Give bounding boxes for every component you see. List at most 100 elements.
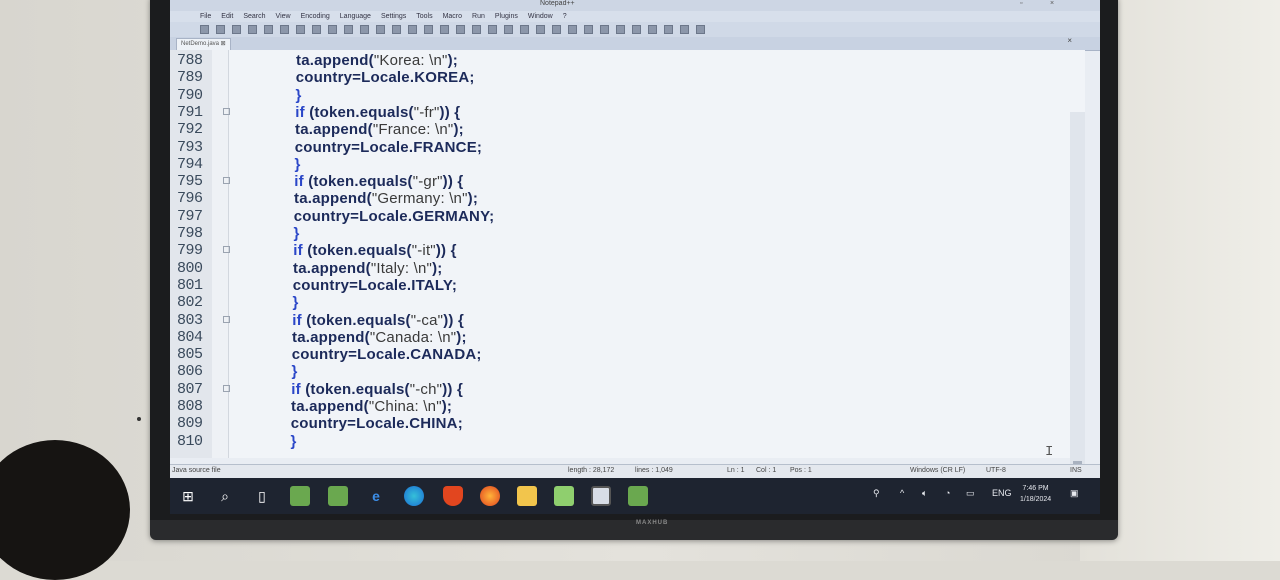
fold-toggle-icon[interactable] xyxy=(223,107,230,115)
close-doc-icon[interactable]: × xyxy=(1067,36,1072,45)
toolbar-icon-21[interactable] xyxy=(536,25,545,34)
toolbar-icon-27[interactable] xyxy=(632,25,641,34)
toolbar-icon-19[interactable] xyxy=(504,25,513,34)
code-line[interactable]: 803 if (token.equals("-ca")) { xyxy=(170,312,1070,329)
toolbar-icon-9[interactable] xyxy=(344,25,353,34)
person-icon[interactable]: ⚲ xyxy=(873,488,880,499)
fold-toggle-icon[interactable] xyxy=(223,246,230,254)
file-explorer-icon[interactable] xyxy=(517,486,537,506)
menu-item-11[interactable]: Window xyxy=(528,11,553,22)
toolbar-icon-22[interactable] xyxy=(552,25,561,34)
chevron-up-icon[interactable]: ^ xyxy=(900,488,904,498)
code-line[interactable]: 796 ta.append("Germany: \n"); xyxy=(170,190,1070,207)
menu-item-4[interactable]: Encoding xyxy=(301,11,330,22)
toolbar-icon-3[interactable] xyxy=(248,25,257,34)
wifi-icon[interactable]: ◔ xyxy=(945,488,950,498)
menu-item-5[interactable]: Language xyxy=(340,11,371,22)
terminal-icon[interactable] xyxy=(591,486,611,506)
code-line[interactable]: 791 if (token.equals("-fr")) { xyxy=(170,104,1070,121)
edge-icon[interactable] xyxy=(404,486,424,506)
toolbar-icon-12[interactable] xyxy=(392,25,401,34)
toolbar-icon-6[interactable] xyxy=(296,25,305,34)
ie-icon[interactable]: e xyxy=(366,486,386,506)
toolbar-icon-20[interactable] xyxy=(520,25,529,34)
toolbar-icon-13[interactable] xyxy=(408,25,417,34)
fold-toggle-icon[interactable] xyxy=(223,177,230,185)
toolbar-icon-18[interactable] xyxy=(488,25,497,34)
code-text: ta.append("Germany: \n"); xyxy=(294,190,479,208)
code-line[interactable]: 801 country=Locale.ITALY; xyxy=(170,277,1070,294)
code-line[interactable]: 798} xyxy=(170,225,1070,242)
menu-item-2[interactable]: Search xyxy=(243,11,265,22)
code-line[interactable]: 802} xyxy=(170,294,1070,311)
vertical-scrollbar[interactable] xyxy=(1070,112,1085,508)
keyboard-icon[interactable]: ▭ xyxy=(966,488,975,499)
menu-item-6[interactable]: Settings xyxy=(381,11,406,22)
language-indicator[interactable]: ENG xyxy=(992,488,1012,498)
toolbar-icon-10[interactable] xyxy=(360,25,369,34)
close-button[interactable]: × xyxy=(1050,0,1054,7)
toolbar-icon-15[interactable] xyxy=(440,25,449,34)
notifications-icon[interactable]: ▣ xyxy=(1070,488,1079,499)
toolbar-icon-17[interactable] xyxy=(472,25,481,34)
notepad-pp-icon[interactable] xyxy=(554,486,574,506)
code-line[interactable]: 797 country=Locale.GERMANY; xyxy=(170,208,1070,225)
toolbar-icon-28[interactable] xyxy=(648,25,657,34)
toolbar-icon-23[interactable] xyxy=(568,25,577,34)
toolbar-icon-26[interactable] xyxy=(616,25,625,34)
windows-start-icon[interactable]: ⊞ xyxy=(178,486,198,506)
code-line[interactable]: 807 if (token.equals("-ch")) { xyxy=(170,381,1070,398)
code-line[interactable]: 810} xyxy=(170,433,1070,450)
toolbar-icon-25[interactable] xyxy=(600,25,609,34)
notepad-app-icon-2[interactable] xyxy=(328,486,348,506)
code-line[interactable]: 789 country=Locale.KOREA; xyxy=(170,69,1070,86)
search-icon[interactable]: ⌕ xyxy=(215,486,235,506)
code-line[interactable]: 799 if (token.equals("-it")) { xyxy=(170,242,1070,259)
notepad-app-icon-3[interactable] xyxy=(628,486,648,506)
toolbar-icon-31[interactable] xyxy=(696,25,705,34)
notepad-app-icon[interactable] xyxy=(290,486,310,506)
firefox-icon[interactable] xyxy=(480,486,500,506)
menu-item-12[interactable]: ? xyxy=(563,11,567,22)
toolbar-icon-14[interactable] xyxy=(424,25,433,34)
code-line[interactable]: 788 ta.append("Korea: \n"); xyxy=(170,52,1070,69)
brave-icon[interactable] xyxy=(443,486,463,506)
menu-item-8[interactable]: Macro xyxy=(443,11,462,22)
toolbar-icon-8[interactable] xyxy=(328,25,337,34)
code-line[interactable]: 790} xyxy=(170,87,1070,104)
toolbar-icon-5[interactable] xyxy=(280,25,289,34)
code-line[interactable]: 808 ta.append("China: \n"); xyxy=(170,398,1070,415)
code-editor[interactable]: I 788 ta.append("Korea: \n"); 789 country=L… xyxy=(170,50,1085,508)
toolbar-icon-7[interactable] xyxy=(312,25,321,34)
menu-item-1[interactable]: Edit xyxy=(221,11,233,22)
task-view-icon[interactable]: ▯ xyxy=(252,486,272,506)
toolbar-icon-29[interactable] xyxy=(664,25,673,34)
toolbar-icon-0[interactable] xyxy=(200,25,209,34)
menu-item-0[interactable]: File xyxy=(200,11,211,22)
code-line[interactable]: 805 country=Locale.CANADA; xyxy=(170,346,1070,363)
menu-item-3[interactable]: View xyxy=(276,11,291,22)
code-line[interactable]: 800 ta.append("Italy: \n"); xyxy=(170,260,1070,277)
fold-toggle-icon[interactable] xyxy=(223,315,230,323)
code-line[interactable]: 794} xyxy=(170,156,1070,173)
menu-item-9[interactable]: Run xyxy=(472,11,485,22)
toolbar-icon-11[interactable] xyxy=(376,25,385,34)
speaker-icon[interactable]: 🔈︎ xyxy=(922,488,927,499)
code-line[interactable]: 792 ta.append("France: \n"); xyxy=(170,121,1070,138)
restore-button[interactable]: ▫ xyxy=(1020,0,1022,7)
fold-toggle-icon[interactable] xyxy=(223,384,230,392)
toolbar-icon-30[interactable] xyxy=(680,25,689,34)
code-line[interactable]: 809 country=Locale.CHINA; xyxy=(170,415,1070,432)
menu-item-7[interactable]: Tools xyxy=(416,11,432,22)
code-line[interactable]: 806} xyxy=(170,363,1070,380)
menu-item-10[interactable]: Plugins xyxy=(495,11,518,22)
code-line[interactable]: 804 ta.append("Canada: \n"); xyxy=(170,329,1070,346)
toolbar-icon-16[interactable] xyxy=(456,25,465,34)
clock[interactable]: 7:46 PM 1/18/2024 xyxy=(1020,483,1051,505)
toolbar-icon-4[interactable] xyxy=(264,25,273,34)
toolbar-icon-1[interactable] xyxy=(216,25,225,34)
code-line[interactable]: 795 if (token.equals("-gr")) { xyxy=(170,173,1070,190)
toolbar-icon-2[interactable] xyxy=(232,25,241,34)
toolbar-icon-24[interactable] xyxy=(584,25,593,34)
code-line[interactable]: 793 country=Locale.FRANCE; xyxy=(170,139,1070,156)
